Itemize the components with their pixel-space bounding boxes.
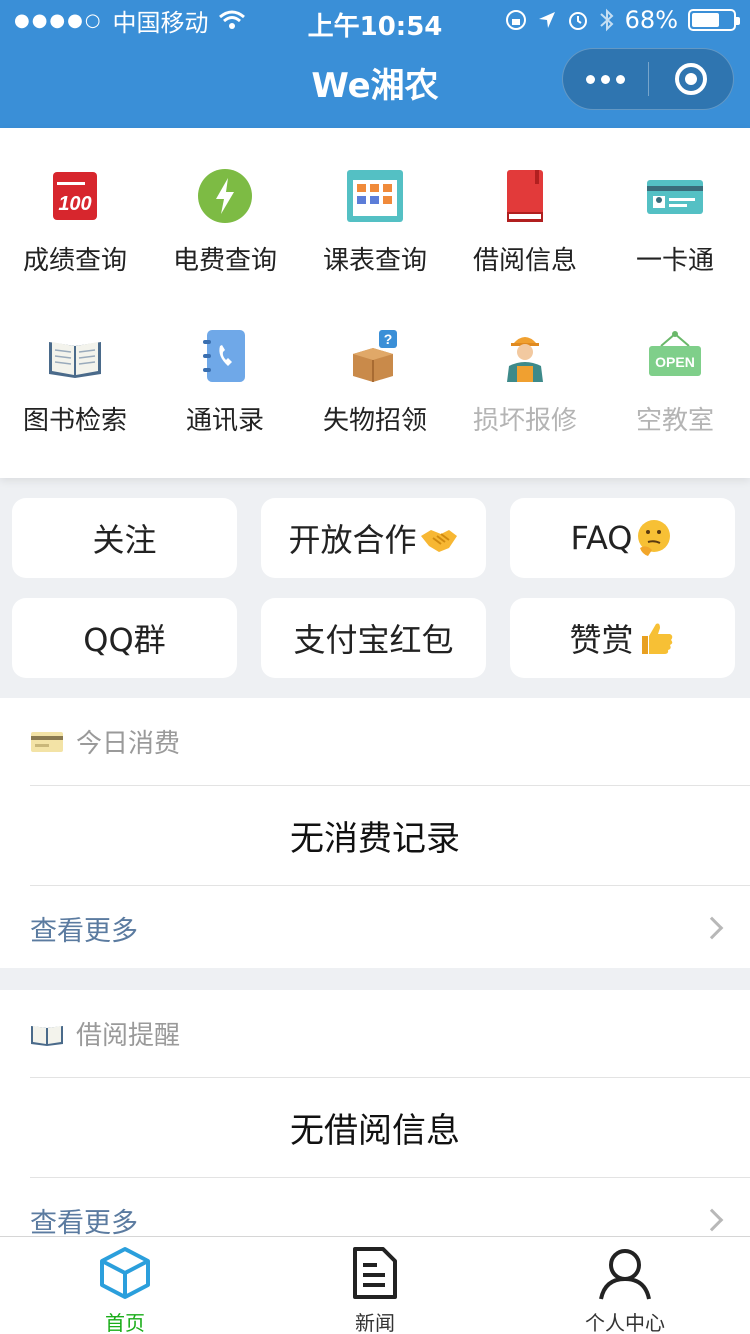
grid-item-campus-card[interactable]: 一卡通 bbox=[600, 128, 750, 288]
score-100-icon: 100 bbox=[53, 172, 97, 220]
grid-item-label: 一卡通 bbox=[635, 246, 714, 276]
svg-text:100: 100 bbox=[58, 193, 91, 215]
open-cooperation-button[interactable]: 开放合作 bbox=[261, 498, 486, 578]
target-circle-icon bbox=[674, 63, 707, 95]
grid-item-timetable[interactable]: 课表查询 bbox=[300, 128, 450, 288]
card-empty-text: 无借阅信息 bbox=[30, 1078, 750, 1178]
grid-item-label: 通讯录 bbox=[185, 406, 264, 436]
today-spending-card: 今日消费 无消费记录 查看更多 bbox=[0, 698, 750, 968]
view-more-label: 查看更多 bbox=[30, 1207, 138, 1239]
tab-profile[interactable]: 个人中心 bbox=[500, 1237, 750, 1334]
view-more-label: 查看更多 bbox=[30, 915, 138, 947]
grid-item-borrow[interactable]: 借阅信息 bbox=[450, 128, 600, 288]
tab-bar: 首页 新闻 个人中心 bbox=[0, 1236, 750, 1334]
id-card-icon bbox=[647, 180, 703, 214]
phone-book-icon bbox=[203, 330, 245, 382]
card-empty-text: 无消费记录 bbox=[30, 786, 750, 886]
open-sign-icon: OPEN bbox=[649, 331, 701, 376]
tab-home[interactable]: 首页 bbox=[0, 1237, 250, 1334]
tab-label: 新闻 bbox=[355, 1311, 395, 1334]
status-time: 上午10:54 bbox=[307, 12, 443, 42]
tab-label: 首页 bbox=[105, 1311, 145, 1334]
button-label: 支付宝红包 bbox=[293, 621, 454, 659]
svg-text:OPEN: OPEN bbox=[655, 354, 695, 370]
chevron-right-icon bbox=[700, 1208, 724, 1232]
grid-item-label: 图书检索 bbox=[22, 406, 127, 436]
close-mini-program-button[interactable] bbox=[649, 63, 734, 95]
book-icon bbox=[31, 1025, 63, 1046]
button-label: 开放合作 bbox=[288, 521, 417, 559]
qq-group-button[interactable]: QQ群 bbox=[12, 598, 237, 678]
grid-item-label: 空教室 bbox=[635, 406, 714, 436]
grid-item-label: 电费查询 bbox=[172, 246, 277, 276]
alipay-red-packet-button[interactable]: 支付宝红包 bbox=[261, 598, 486, 678]
title-bar: We湘农 bbox=[0, 48, 750, 114]
button-label: 关注 bbox=[92, 521, 157, 559]
tab-label: 个人中心 bbox=[585, 1311, 665, 1334]
red-book-icon bbox=[507, 170, 543, 222]
card-header: 今日消费 bbox=[30, 698, 750, 786]
grid-item-label: 损坏报修 bbox=[472, 406, 577, 436]
question-box-icon: ? bbox=[353, 330, 397, 382]
button-label: 赞赏 bbox=[569, 621, 634, 659]
lightning-icon bbox=[198, 169, 252, 223]
grid-item-electricity[interactable]: 电费查询 bbox=[150, 128, 300, 288]
timetable-icon bbox=[347, 170, 403, 222]
borrow-reminder-card: 借阅提醒 无借阅信息 查看更多 bbox=[0, 990, 750, 1240]
repair-worker-icon bbox=[507, 337, 543, 382]
grid-item-label: 借阅信息 bbox=[472, 246, 577, 276]
appreciate-button[interactable]: 赞赏 bbox=[510, 598, 735, 678]
svg-text:?: ? bbox=[384, 331, 393, 347]
thinking-face-icon bbox=[638, 520, 671, 556]
grid-item-label: 成绩查询 bbox=[22, 246, 127, 276]
follow-button[interactable]: 关注 bbox=[12, 498, 237, 578]
more-menu-icon[interactable] bbox=[563, 74, 648, 84]
card-header: 借阅提醒 bbox=[30, 990, 750, 1078]
function-grid: 100 成绩查询 电费查询 课表查询 借阅信息 一卡通 图书检索 通讯录 ? 失… bbox=[0, 128, 750, 478]
mini-program-capsule bbox=[562, 48, 734, 110]
grid-item-score[interactable]: 100 成绩查询 bbox=[0, 128, 150, 288]
grid-item-label: 课表查询 bbox=[322, 246, 427, 276]
button-label: QQ群 bbox=[83, 621, 166, 659]
grid-item-label: 失物招领 bbox=[322, 406, 427, 436]
button-label: FAQ bbox=[570, 519, 633, 557]
cube-icon bbox=[100, 1247, 150, 1299]
document-icon bbox=[353, 1247, 397, 1299]
grid-item-contacts[interactable]: 通讯录 bbox=[150, 288, 300, 448]
person-icon bbox=[599, 1249, 651, 1300]
faq-button[interactable]: FAQ bbox=[510, 498, 735, 578]
open-book-icon bbox=[49, 342, 101, 378]
tab-news[interactable]: 新闻 bbox=[250, 1237, 500, 1334]
card-title: 借阅提醒 bbox=[76, 1021, 181, 1051]
thumbs-up-icon bbox=[641, 623, 672, 654]
grid-item-repair[interactable]: 损坏报修 bbox=[450, 288, 600, 448]
card-title: 今日消费 bbox=[76, 729, 181, 759]
handshake-icon bbox=[420, 530, 457, 552]
grid-item-book-search[interactable]: 图书检索 bbox=[0, 288, 150, 448]
view-more-link[interactable]: 查看更多 bbox=[30, 886, 724, 970]
grid-item-empty-classroom[interactable]: OPEN 空教室 bbox=[600, 288, 750, 448]
grid-item-lost-found[interactable]: ? 失物招领 bbox=[300, 288, 450, 448]
credit-card-icon bbox=[31, 731, 63, 752]
top-bar: ●●●●○ 中国移动 68% 上午10:54 We湘农 bbox=[0, 0, 750, 128]
chevron-right-icon bbox=[700, 916, 724, 940]
